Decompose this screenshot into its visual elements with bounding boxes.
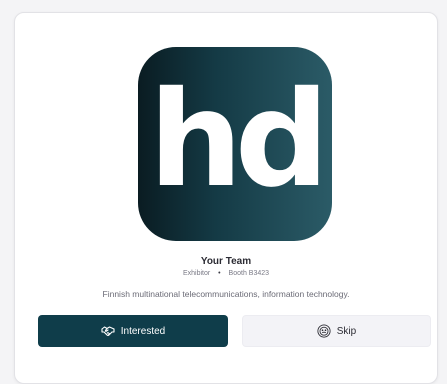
exhibitor-name: Your Team (200, 256, 252, 267)
exhibitor-role: Exhibitor (182, 270, 211, 277)
exhibitor-logo: hd (138, 47, 332, 241)
exhibitor-description: Finnish multinational telecommunications… (102, 289, 350, 299)
logo-text: hd (148, 63, 329, 217)
interested-button[interactable]: Interested (38, 315, 228, 347)
skip-label: Skip (336, 325, 357, 337)
meta-separator: • (218, 270, 221, 277)
exhibitor-meta: Exhibitor • Booth B3423 (15, 270, 437, 277)
interested-label: Interested (120, 325, 166, 337)
exhibitor-card: hd Your Team Exhibitor • Booth B3423 Fin… (14, 12, 438, 384)
face-icon (317, 324, 331, 338)
skip-button[interactable]: Skip (242, 315, 431, 347)
booth-number: Booth B3423 (228, 270, 270, 277)
handshake-icon (101, 324, 115, 338)
